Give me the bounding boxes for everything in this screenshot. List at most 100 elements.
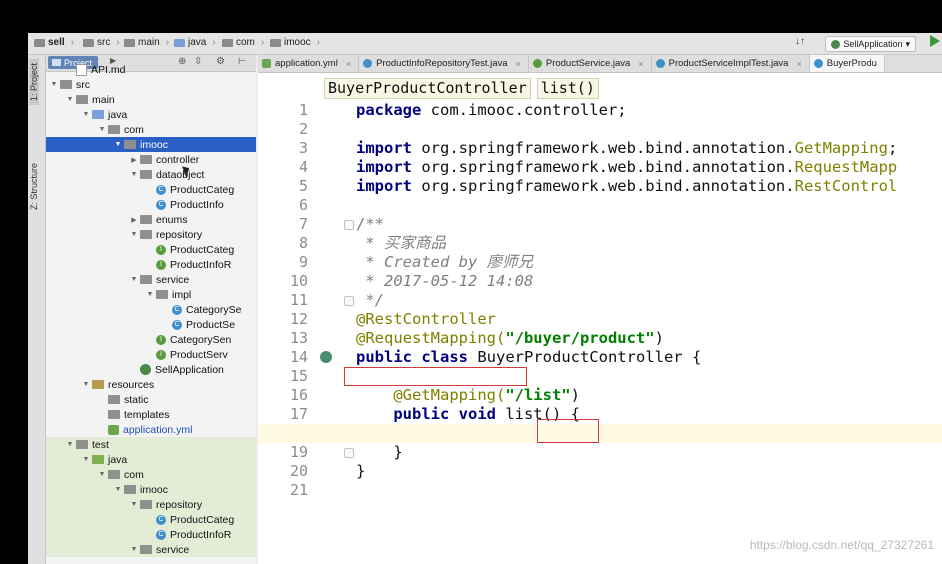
class-icon [363,59,373,68]
breadcrumb-method[interactable]: list() [536,78,599,99]
expanded-arrow-icon[interactable]: ▼ [130,171,138,178]
tree-node[interactable]: ▼ service [46,542,256,557]
expanded-arrow-icon[interactable]: ▼ [130,231,138,238]
collapsed-arrow-icon[interactable]: ▶ [130,216,138,224]
expanded-arrow-icon[interactable]: ▼ [82,381,90,388]
tree-node[interactable]: ▼ main [46,92,256,107]
fold-marker-icon[interactable] [344,448,354,458]
nav-crumb-com[interactable]: com › [222,37,264,48]
tree-node-label: controller [156,153,200,166]
tree-node[interactable]: ▶ enums [46,212,256,227]
close-icon[interactable]: × [638,59,643,69]
tree-node[interactable]: C ProductSe [46,317,256,332]
expanded-arrow-icon[interactable]: ▼ [130,276,138,283]
tree-node-label: application.yml [123,423,193,436]
tree-node[interactable]: I ProductInfoR [46,257,256,272]
expanded-arrow-icon[interactable]: ▼ [98,471,106,478]
tree-node[interactable]: ▼ com [46,467,256,482]
tree-node[interactable]: ▼ repository [46,497,256,512]
line-number: 20 [289,462,308,480]
editor-tab-label: ProductInfoRepositoryTest.java [376,58,508,69]
run-config-select[interactable]: SellApplication ▾ [825,36,916,52]
expanded-arrow-icon[interactable]: ▼ [98,126,106,133]
editor-tab[interactable]: ProductInfoRepositoryTest.java × [359,55,529,72]
tree-node[interactable]: ▼ repository [46,227,256,242]
editor-tab[interactable]: ProductServiceImplTest.java × [652,55,810,72]
tree-node[interactable]: C CategorySe [46,302,256,317]
tree-node[interactable]: static [46,392,256,407]
expanded-arrow-icon[interactable]: ▼ [50,81,58,88]
breadcrumb-class[interactable]: BuyerProductController [324,78,531,99]
nav-crumb-main[interactable]: main › [124,37,169,48]
tree-node[interactable]: ▼ test [46,437,256,452]
editor-tab[interactable]: ProductService.java × [529,55,652,72]
tree-node[interactable]: C ProductInfo [46,197,256,212]
expanded-arrow-icon[interactable]: ▼ [82,111,90,118]
tree-node[interactable]: C ProductCateg [46,512,256,527]
tree-node[interactable]: API.md [46,62,256,77]
spring-bean-gutter-icon[interactable] [320,351,332,363]
tree-node[interactable]: templates [46,407,256,422]
close-icon[interactable]: × [346,59,351,69]
tree-node[interactable]: ▼ src [46,77,256,92]
expanded-arrow-icon[interactable]: ▼ [114,486,122,493]
tree-node-label: java [108,108,128,121]
line-number: 8 [298,234,308,252]
expanded-arrow-icon[interactable]: ▼ [82,456,90,463]
package-icon [222,38,233,47]
tree-node[interactable]: ▼ imooc [46,137,256,152]
tree-node[interactable]: I CategorySen [46,332,256,347]
run-button[interactable] [930,35,940,47]
sort-icon[interactable]: ↓↑ [795,36,805,47]
expanded-arrow-icon[interactable]: ▼ [114,141,122,148]
package-icon [124,140,136,149]
close-icon[interactable]: × [516,59,521,69]
code-token: import [356,177,422,195]
navigation-bar: sell › src › main › java › com › imooc › ↓↑ Se… [28,33,942,55]
nav-crumb-src[interactable]: src › [83,37,120,48]
tree-node[interactable]: C ProductCateg [46,182,256,197]
tree-node[interactable]: ▼ imooc [46,482,256,497]
tree-node[interactable]: SellApplication [46,362,256,377]
fold-marker-icon[interactable] [344,296,354,306]
editor-tab[interactable]: application.yml × [258,55,360,72]
collapsed-arrow-icon[interactable]: ▶ [130,156,138,164]
tree-node-label: dataobject [156,168,205,181]
tree-node[interactable]: ▼ resources [46,377,256,392]
structure-tool-tab[interactable]: Z: Structure [29,159,39,214]
tree-node[interactable]: ▼ dataobject [46,167,256,182]
tree-node[interactable]: ▼ java [46,107,256,122]
code-token: @RequestMapping( [356,329,506,347]
tree-node[interactable]: ▼ com [46,122,256,137]
expanded-arrow-icon[interactable]: ▼ [130,546,138,553]
tree-node[interactable]: ▼ impl [46,287,256,302]
line-number: 10 [289,272,308,290]
editor-tab-label: ProductService.java [545,58,631,69]
project-tool-tab[interactable]: 1: Project [29,59,39,106]
tree-node[interactable]: I ProductServ [46,347,256,362]
tree-node[interactable]: I ProductCateg [46,242,256,257]
tree-node[interactable]: ▼ service [46,272,256,287]
line-number: 14 [289,348,308,366]
line-number: 2 [298,120,308,138]
nav-crumb-java[interactable]: java › [174,37,216,48]
tree-node-label: impl [172,288,192,301]
expanded-arrow-icon[interactable]: ▼ [66,441,74,448]
tree-node-label: templates [124,408,170,421]
tree-node[interactable]: ▶ controller [46,152,256,167]
expanded-arrow-icon[interactable]: ▼ [66,96,74,103]
code-token: package [356,101,431,119]
tree-node[interactable]: C ProductInfoR [46,527,256,542]
nav-crumb-sell[interactable]: sell › [34,37,74,48]
expanded-arrow-icon[interactable]: ▼ [130,501,138,508]
tree-node[interactable]: ▼ java [46,452,256,467]
nav-crumb-imooc[interactable]: imooc › [270,37,320,48]
editor-tab[interactable]: BuyerProdu [809,55,885,72]
expanded-arrow-icon[interactable]: ▼ [146,291,154,298]
tree-node[interactable]: application.yml [46,422,256,437]
editor-tab-label: ProductServiceImplTest.java [668,58,789,69]
tool-window-stripe: 1: Project Z: Structure [28,55,46,564]
fold-marker-icon[interactable] [344,220,354,230]
close-icon[interactable]: × [796,59,801,69]
folder-icon [34,38,45,47]
